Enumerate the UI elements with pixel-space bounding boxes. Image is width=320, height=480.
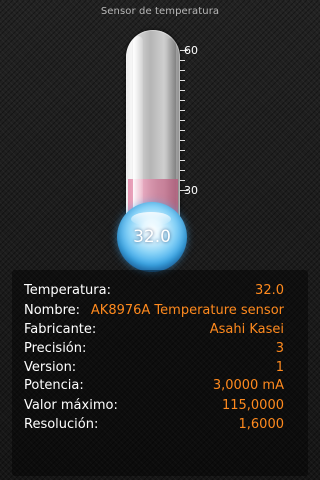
- detail-value: 3: [275, 341, 284, 356]
- scale-tick: [180, 170, 185, 171]
- detail-value: 3,0000 mA: [212, 378, 284, 393]
- scale-tick: [180, 90, 185, 91]
- scale-tick: [180, 110, 185, 111]
- detail-label: Valor máximo:: [24, 398, 118, 413]
- detail-value: AK8976A Temperature sensor: [90, 303, 284, 318]
- thermometer: 32.0 60 30: [0, 22, 320, 272]
- temperature-reading: 32.0: [133, 227, 171, 247]
- detail-row-resolution: Resolución: 1,6000: [24, 416, 284, 434]
- detail-label: Nombre:: [24, 303, 81, 318]
- detail-row-version: Version: 1: [24, 359, 284, 377]
- scale-tick: [180, 60, 185, 61]
- detail-value: 115,0000: [221, 398, 284, 413]
- detail-label: Precisión:: [24, 341, 87, 356]
- scale-tick: [180, 120, 185, 121]
- detail-label: Temperatura:: [24, 283, 111, 298]
- window-title: Sensor de temperatura: [100, 6, 220, 17]
- detail-value: 32.0: [255, 283, 284, 298]
- detail-row-name: Nombre: AK8976A Temperature sensor: [24, 302, 284, 320]
- detail-row-power: Potencia: 3,0000 mA: [24, 377, 284, 395]
- detail-row-max-value: Valor máximo: 115,0000: [24, 397, 284, 415]
- scale-label-60: 60: [184, 44, 198, 57]
- detail-row-temperature: Temperatura: 32.0: [24, 282, 284, 300]
- detail-value: Asahi Kasei: [209, 322, 284, 337]
- detail-row-manufacturer: Fabricante: Asahi Kasei: [24, 321, 284, 339]
- thermometer-tube-highlight: [133, 36, 143, 218]
- scale-tick: [180, 160, 185, 161]
- scale-tick: [180, 70, 185, 71]
- scale-tick: [180, 140, 185, 141]
- scale-tick: [180, 80, 185, 81]
- scale-tick: [180, 150, 185, 151]
- scale-tick: [180, 180, 185, 181]
- detail-label: Resolución:: [24, 417, 99, 432]
- detail-label: Version:: [24, 360, 77, 375]
- scale-tick: [180, 100, 185, 101]
- scale-tick: [180, 130, 185, 131]
- detail-value: 1,6000: [238, 417, 285, 432]
- scale-label-30: 30: [184, 184, 198, 197]
- detail-value: 1: [275, 360, 284, 375]
- detail-row-precision: Precisión: 3: [24, 340, 284, 358]
- detail-label: Fabricante:: [24, 322, 97, 337]
- detail-label: Potencia:: [24, 378, 84, 393]
